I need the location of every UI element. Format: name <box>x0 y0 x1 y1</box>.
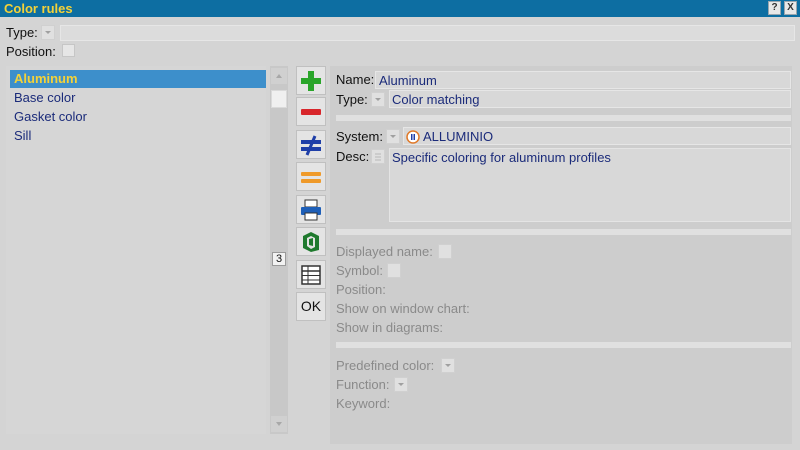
list-item[interactable]: Aluminum <box>10 70 266 88</box>
list-item[interactable]: Base color <box>10 89 266 107</box>
system-logo-icon <box>406 130 420 144</box>
system-label: System: <box>336 129 383 144</box>
keyword-label: Keyword: <box>336 396 391 411</box>
position-field[interactable] <box>62 44 75 57</box>
equal-icon <box>301 172 321 183</box>
desc-edit-icon[interactable] <box>371 149 385 164</box>
system-value: ALLUMINIO <box>423 129 494 144</box>
help-button[interactable]: ? <box>768 1 781 15</box>
section-divider <box>336 342 791 348</box>
title-bar: Color rules ? X <box>0 0 800 17</box>
profile-icon <box>303 232 319 252</box>
symbol-label: Symbol: <box>336 263 383 278</box>
function-dropdown[interactable] <box>394 377 408 392</box>
printer-icon <box>301 199 321 221</box>
table-button[interactable] <box>296 260 326 289</box>
symbol-icon[interactable] <box>387 263 401 278</box>
scroll-up-icon[interactable] <box>271 68 287 84</box>
ok-button[interactable]: OK <box>296 292 326 321</box>
table-icon <box>301 265 321 285</box>
system-dropdown[interactable] <box>386 129 400 144</box>
desc-value: Specific coloring for aluminum profiles <box>392 150 611 165</box>
position-label: Position: <box>6 44 56 59</box>
list-scrollbar[interactable]: 3 <box>270 66 288 434</box>
displayed-name-icon[interactable] <box>438 244 452 259</box>
displayed-name-label: Displayed name: <box>336 244 433 259</box>
name-value: Aluminum <box>379 73 437 88</box>
predefined-color-dropdown[interactable] <box>441 358 455 373</box>
type-label: Type: <box>6 25 38 40</box>
detail-type-label: Type: <box>336 92 368 107</box>
show-diagrams-label: Show in diagrams: <box>336 320 443 335</box>
section-divider <box>336 229 791 235</box>
equal-button[interactable] <box>296 162 326 191</box>
window-title: Color rules <box>4 1 73 16</box>
remove-button[interactable] <box>296 97 326 126</box>
add-button[interactable] <box>296 66 326 95</box>
not-equal-button[interactable] <box>296 130 326 159</box>
desc-field[interactable]: Specific coloring for aluminum profiles <box>389 148 791 222</box>
print-button[interactable] <box>296 195 326 224</box>
system-field[interactable]: ALLUMINIO <box>403 127 791 145</box>
close-button[interactable]: X <box>784 1 797 15</box>
add-icon <box>301 71 321 91</box>
detail-type-field[interactable]: Color matching <box>389 90 791 108</box>
record-count: 3 <box>272 252 286 266</box>
not-equal-icon <box>301 135 321 156</box>
position-detail-label: Position: <box>336 282 386 297</box>
detail-type-value: Color matching <box>392 92 480 107</box>
type-field[interactable] <box>60 25 795 41</box>
detail-type-dropdown[interactable] <box>371 92 385 107</box>
show-window-chart-label: Show on window chart: <box>336 301 470 316</box>
scroll-down-icon[interactable] <box>271 416 287 432</box>
scroll-thumb[interactable] <box>271 90 287 108</box>
desc-label: Desc: <box>336 149 370 164</box>
predefined-color-label: Predefined color: <box>336 358 435 373</box>
type-dropdown[interactable] <box>41 25 55 40</box>
list-item[interactable]: Gasket color <box>10 108 266 126</box>
function-label: Function: <box>336 377 390 392</box>
section-divider <box>336 115 791 121</box>
remove-icon <box>301 109 321 115</box>
name-label: Name: <box>336 72 375 87</box>
list-item[interactable]: Sill <box>10 127 266 145</box>
rules-list[interactable]: Aluminum Base color Gasket color Sill <box>6 66 266 434</box>
name-field[interactable]: Aluminum <box>375 71 791 89</box>
profile-button[interactable] <box>296 227 326 256</box>
